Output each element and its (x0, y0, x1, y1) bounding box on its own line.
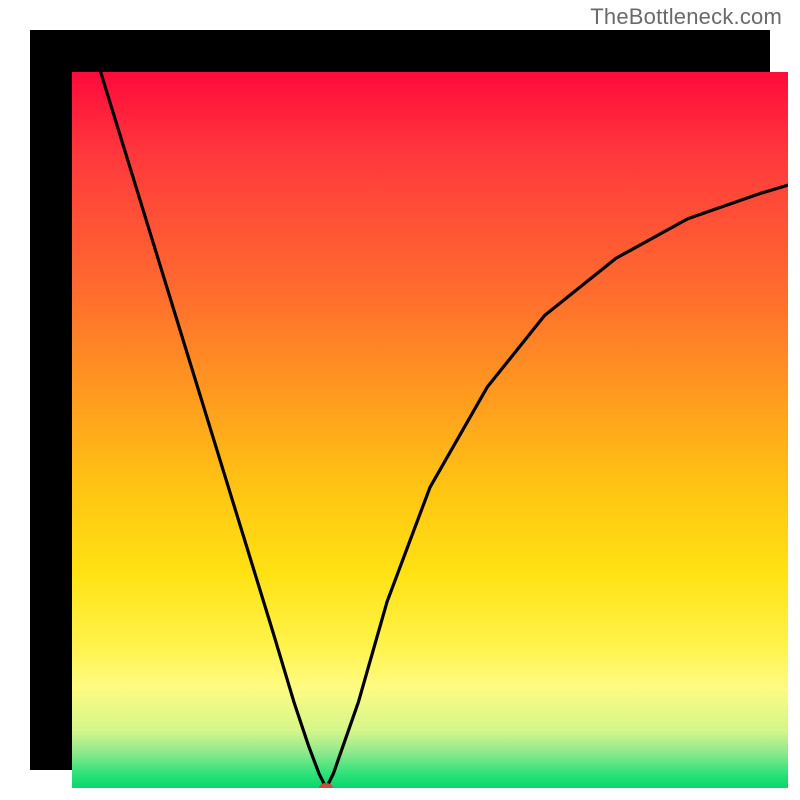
plot-area (72, 72, 788, 788)
curve-minimum-marker (319, 783, 333, 788)
curve-line (101, 72, 788, 788)
watermark-text: TheBottleneck.com (590, 4, 782, 30)
chart-container: TheBottleneck.com (0, 0, 800, 800)
chart-frame (30, 30, 770, 770)
curve-svg (72, 72, 788, 788)
